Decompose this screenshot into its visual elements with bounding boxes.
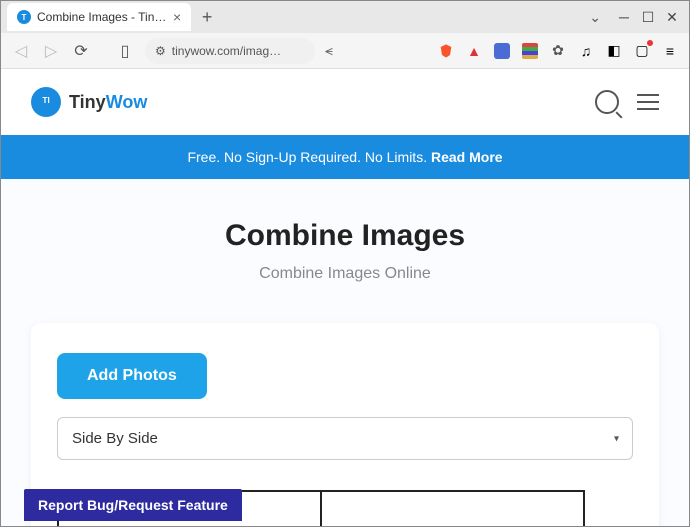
address-bar[interactable]: ⚙ tinywow.com/imag… bbox=[145, 38, 315, 64]
layout-select-wrap: Side By Side ▾ bbox=[57, 417, 633, 460]
dashlane-icon[interactable] bbox=[493, 42, 511, 60]
music-icon[interactable]: ♫ bbox=[577, 42, 595, 60]
site-settings-icon[interactable]: ⚙ bbox=[155, 44, 166, 58]
menu-icon[interactable]: ≡ bbox=[661, 42, 679, 60]
new-tab-button[interactable]: + bbox=[195, 5, 219, 29]
back-button[interactable]: ◁ bbox=[11, 41, 31, 61]
main-area: Combine Images Combine Images Online Add… bbox=[1, 179, 689, 526]
preview-slot-right[interactable] bbox=[320, 490, 585, 526]
extension-icons: ▲ ✿ ♫ ◧ ▢ ≡ bbox=[437, 42, 679, 60]
extensions-icon[interactable]: ✿ bbox=[549, 42, 567, 60]
hamburger-menu[interactable] bbox=[637, 94, 659, 110]
logo-text: TinyWow bbox=[69, 92, 147, 113]
close-window-button[interactable]: ✕ bbox=[661, 6, 683, 28]
layout-select[interactable]: Side By Side bbox=[57, 417, 633, 460]
add-photos-button[interactable]: Add Photos bbox=[57, 353, 207, 399]
forward-button[interactable]: ▷ bbox=[41, 41, 61, 61]
brave-shield-icon[interactable] bbox=[437, 42, 455, 60]
page-subtitle: Combine Images Online bbox=[31, 265, 659, 283]
window-controls: ⌄ ─ ☐ ✕ bbox=[589, 6, 689, 28]
close-tab-icon[interactable]: × bbox=[173, 9, 181, 25]
tab-title: Combine Images - TinyWo bbox=[37, 10, 167, 24]
share-icon[interactable]: ⪪ bbox=[325, 42, 333, 59]
chevron-down-icon[interactable]: ⌄ bbox=[589, 9, 601, 26]
report-bug-button[interactable]: Report Bug/Request Feature bbox=[24, 489, 242, 521]
promo-banner: Free. No Sign-Up Required. No Limits. Re… bbox=[1, 135, 689, 179]
reload-button[interactable]: ⟳ bbox=[71, 41, 91, 61]
browser-tab[interactable]: T Combine Images - TinyWo × bbox=[7, 3, 191, 31]
bookmark-icon[interactable]: ▯ bbox=[115, 41, 135, 61]
nav-bar: ◁ ▷ ⟳ ▯ ⚙ tinywow.com/imag… ⪪ ▲ ✿ ♫ ◧ ▢ … bbox=[1, 33, 689, 69]
logo-icon: ᵀᴵ bbox=[31, 87, 61, 117]
site-header: ᵀᴵ TinyWow bbox=[1, 69, 689, 135]
tab-bar: T Combine Images - TinyWo × + ⌄ ─ ☐ ✕ bbox=[1, 1, 689, 33]
url-text: tinywow.com/imag… bbox=[172, 44, 281, 58]
tab-favicon: T bbox=[17, 10, 31, 24]
page-title: Combine Images bbox=[31, 219, 659, 253]
header-actions bbox=[595, 90, 659, 114]
logo[interactable]: ᵀᴵ TinyWow bbox=[31, 87, 147, 117]
minimize-button[interactable]: ─ bbox=[613, 6, 635, 28]
page-content: ᵀᴵ TinyWow Free. No Sign-Up Required. No… bbox=[1, 69, 689, 526]
search-icon[interactable] bbox=[595, 90, 619, 114]
maximize-button[interactable]: ☐ bbox=[637, 6, 659, 28]
notif-icon[interactable]: ▢ bbox=[633, 42, 651, 60]
color-extension-icon[interactable] bbox=[521, 42, 539, 60]
read-more-link[interactable]: Read More bbox=[431, 149, 503, 165]
sidebar-icon[interactable]: ◧ bbox=[605, 42, 623, 60]
browser-chrome: T Combine Images - TinyWo × + ⌄ ─ ☐ ✕ ◁ … bbox=[1, 1, 689, 69]
triangle-icon[interactable]: ▲ bbox=[465, 42, 483, 60]
banner-text: Free. No Sign-Up Required. No Limits. bbox=[187, 149, 431, 165]
